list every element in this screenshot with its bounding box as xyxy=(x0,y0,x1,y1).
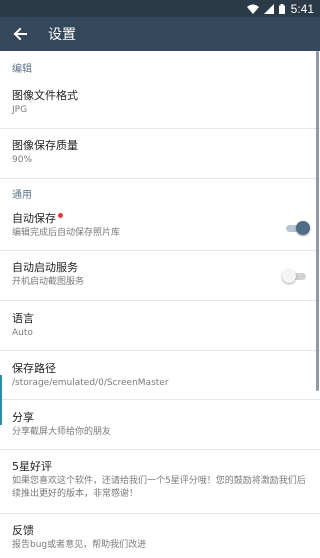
setting-language[interactable]: 语言 Auto xyxy=(0,301,320,351)
signal-icon xyxy=(263,3,274,14)
setting-auto-save[interactable]: 自动保存 编辑完成后自动保存照片库 xyxy=(0,205,320,251)
setting-subtitle: 报告bug或者意见，帮助我们改进 xyxy=(12,540,147,550)
setting-title: 保存路径 xyxy=(12,362,56,375)
status-icons xyxy=(246,3,285,14)
section-header-general: 通用 xyxy=(12,190,32,201)
list-scrollbar[interactable] xyxy=(316,51,319,391)
app-toolbar: 设置 xyxy=(0,17,320,51)
setting-share[interactable]: 分享 分享截屏大师给你的朋友 xyxy=(0,400,320,450)
arrow-back-icon xyxy=(13,27,27,41)
setting-image-quality[interactable]: 图像保存质量 90% xyxy=(0,129,320,179)
battery-icon xyxy=(278,3,285,14)
edge-accent xyxy=(0,375,2,425)
setting-save-path[interactable]: 保存路径 /storage/emulated/0/ScreenMaster xyxy=(0,351,320,400)
settings-list[interactable]: 编辑 图像文件格式 JPG 图像保存质量 90% 通用 自动保存 编辑完成后自动… xyxy=(0,51,320,558)
setting-title: 语言 xyxy=(12,312,34,325)
setting-subtitle: 开机启动截图服务 xyxy=(12,277,85,287)
status-time: 5:41 xyxy=(290,1,314,16)
setting-subtitle: 编辑完成后自动保存照片库 xyxy=(12,228,121,238)
setting-title: 分享 xyxy=(12,411,34,424)
setting-image-format[interactable]: 图像文件格式 JPG xyxy=(0,79,320,129)
status-bar: 5:41 xyxy=(0,0,320,17)
new-badge-dot xyxy=(58,213,63,218)
setting-auto-start[interactable]: 自动启动服务 开机启动截图服务 xyxy=(0,251,320,301)
setting-title: 反馈 xyxy=(12,524,34,537)
setting-title: 自动启动服务 xyxy=(12,261,78,274)
setting-feedback[interactable]: 反馈 报告bug或者意见，帮助我们改进 xyxy=(0,514,320,558)
setting-title: 图像文件格式 xyxy=(12,89,78,102)
setting-subtitle: 如果您喜欢这个软件，还请给我们一个5星评分哦！您的鼓励将激励我们后续推出更好的版… xyxy=(12,476,306,499)
setting-title: 自动保存 xyxy=(12,212,56,225)
section-header-edit: 编辑 xyxy=(12,64,32,75)
setting-title-row: 自动保存 xyxy=(12,211,308,227)
auto-save-toggle[interactable] xyxy=(284,220,310,235)
setting-rate[interactable]: 5星好评 如果您喜欢这个软件，还请给我们一个5星评分哦！您的鼓励将激励我们后续推… xyxy=(0,450,320,514)
wifi-icon xyxy=(246,4,259,14)
setting-subtitle: Auto xyxy=(12,328,33,338)
toggle-thumb xyxy=(282,268,296,283)
setting-subtitle: 分享截屏大师给你的朋友 xyxy=(12,427,112,437)
setting-subtitle: 90% xyxy=(12,155,33,165)
toggle-thumb xyxy=(296,220,310,235)
page-title: 设置 xyxy=(48,27,76,43)
setting-title: 5星好评 xyxy=(12,460,52,473)
setting-title: 图像保存质量 xyxy=(12,139,78,152)
setting-subtitle: JPG xyxy=(12,105,28,115)
back-button[interactable] xyxy=(0,17,40,51)
setting-subtitle: /storage/emulated/0/ScreenMaster xyxy=(12,378,169,388)
auto-start-toggle[interactable] xyxy=(282,268,308,283)
